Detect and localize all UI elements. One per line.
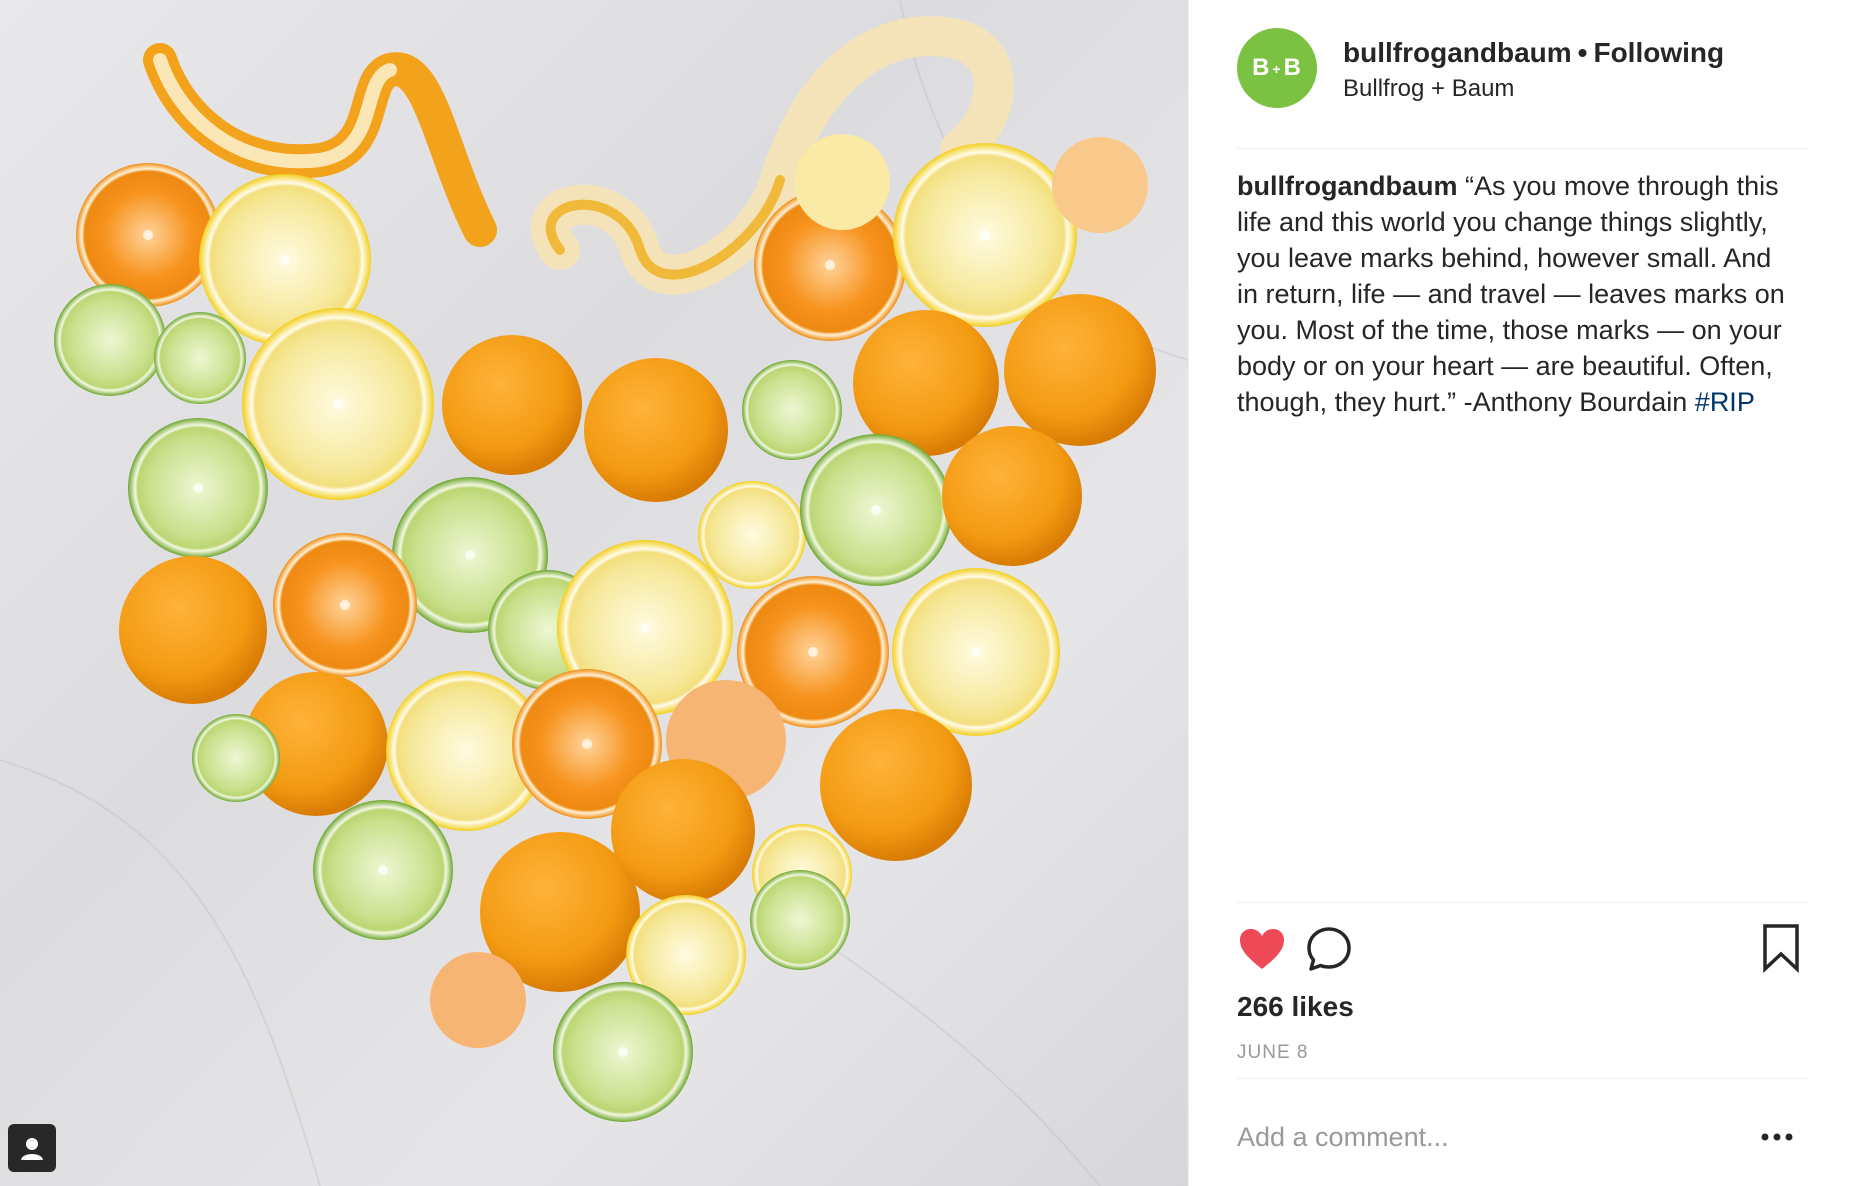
like-button[interactable] — [1237, 924, 1287, 974]
avatar-logo: B +B — [1252, 54, 1302, 81]
post-caption: bullfrogandbaum “As you move through thi… — [1237, 168, 1797, 420]
comment-icon — [1307, 927, 1351, 971]
display-name: Bullfrog + Baum — [1343, 75, 1515, 102]
divider — [1237, 1078, 1809, 1079]
following-button[interactable]: Following — [1593, 37, 1724, 68]
user-tag-icon — [21, 1138, 43, 1160]
header-user-line: bullfrogandbaum • Following — [1343, 36, 1724, 70]
save-button[interactable] — [1759, 922, 1803, 974]
divider — [1237, 902, 1809, 903]
comment-button[interactable] — [1304, 924, 1354, 974]
comment-input[interactable] — [1237, 1112, 1717, 1162]
heart-icon — [1240, 929, 1284, 969]
post-date[interactable]: JUNE 8 — [1237, 1041, 1308, 1065]
instagram-post: B +B bullfrogandbaum • Following Bullfrog +… — [0, 0, 1856, 1186]
more-options-button[interactable] — [1757, 1122, 1797, 1152]
bookmark-icon — [1763, 924, 1799, 973]
post-sidebar: B +B bullfrogandbaum • Following Bullfrog +… — [1188, 0, 1856, 1186]
post-header: B +B bullfrogandbaum • Following Bullfrog +… — [1237, 28, 1809, 149]
avatar[interactable]: B +B — [1237, 28, 1317, 108]
username-link[interactable]: bullfrogandbaum — [1343, 37, 1572, 68]
more-options-icon — [1761, 1133, 1793, 1141]
likes-count[interactable]: 266 likes — [1237, 990, 1354, 1024]
post-photo[interactable] — [0, 0, 1188, 1186]
caption-text: “As you move through this life and this … — [1237, 171, 1785, 417]
hashtag-link[interactable]: #RIP — [1695, 387, 1755, 417]
separator-dot: • — [1577, 37, 1588, 68]
caption-username-link[interactable]: bullfrogandbaum — [1237, 171, 1457, 201]
citrus-heart-image — [0, 0, 1188, 1186]
user-tag-button[interactable] — [8, 1124, 56, 1172]
